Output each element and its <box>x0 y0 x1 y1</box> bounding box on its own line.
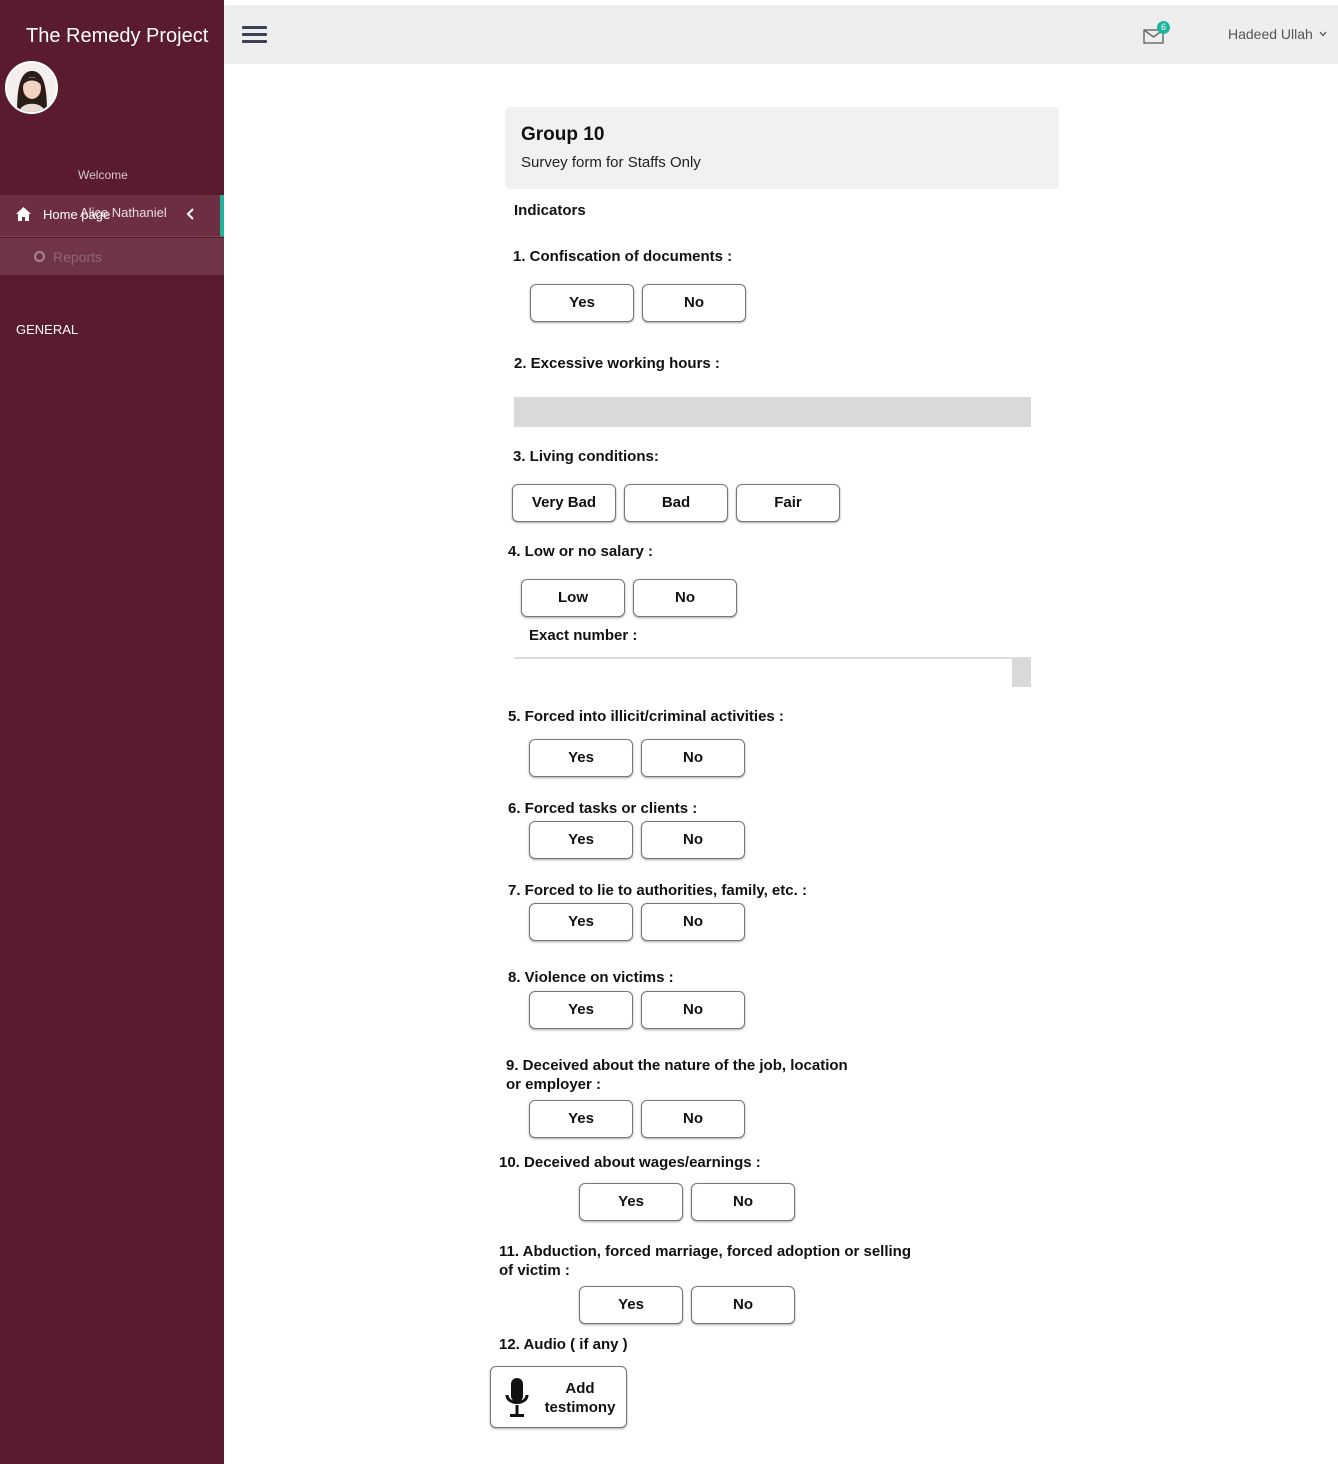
chevron-left-icon[interactable] <box>185 207 197 221</box>
brand-title[interactable]: The Remedy Project <box>26 25 208 48</box>
question-11-label-cont: of victim : <box>499 1262 570 1279</box>
question-3-label: 3. Living conditions: <box>513 448 659 465</box>
notification-badge: 6 <box>1157 21 1170 34</box>
user-name: Alice Nathaniel <box>80 205 167 220</box>
q4-no-button[interactable]: No <box>633 579 737 617</box>
avatar[interactable] <box>5 61 58 114</box>
q8-yes-button[interactable]: Yes <box>529 991 633 1029</box>
q6-no-button[interactable]: No <box>641 821 745 859</box>
microphone-icon <box>505 1378 529 1417</box>
number-stepper[interactable] <box>1012 659 1031 687</box>
home-icon <box>16 207 31 221</box>
add-testimony-line1: Add <box>565 1380 595 1397</box>
working-hours-input[interactable] <box>514 397 1031 427</box>
sidebar-section-general: GENERAL <box>16 322 79 337</box>
chevron-down-icon <box>1319 31 1327 37</box>
hamburger-icon[interactable] <box>242 26 267 44</box>
top-bar: 6 Hadeed Ullah <box>224 5 1338 64</box>
group-title: Group 10 <box>521 124 605 145</box>
q4-low-button[interactable]: Low <box>521 579 625 617</box>
q7-yes-button[interactable]: Yes <box>529 903 633 941</box>
add-testimony-button[interactable]: Add testimony <box>490 1366 627 1428</box>
q3-bad-button[interactable]: Bad <box>624 484 728 522</box>
q11-no-button[interactable]: No <box>691 1286 795 1324</box>
exact-number-label: Exact number : <box>529 627 638 644</box>
question-6-label: 6. Forced tasks or clients : <box>508 800 698 817</box>
q7-no-button[interactable]: No <box>641 903 745 941</box>
question-12-label: 12. Audio ( if any ) <box>499 1336 628 1353</box>
q3-very-bad-button[interactable]: Very Bad <box>512 484 616 522</box>
sidebar: The Remedy Project Welcome Home page Ali… <box>0 0 224 1464</box>
question-9-label-cont: or employer : <box>506 1076 602 1093</box>
q3-fair-button[interactable]: Fair <box>736 484 840 522</box>
question-10-label: 10. Deceived about wages/earnings : <box>499 1154 761 1171</box>
question-1-label: 1. Confiscation of documents : <box>513 248 733 265</box>
exact-number-input[interactable] <box>514 657 1031 687</box>
question-8-label: 8. Violence on victims : <box>508 969 674 986</box>
q11-yes-button[interactable]: Yes <box>579 1286 683 1324</box>
user-menu-label: Hadeed Ullah <box>1228 26 1313 42</box>
circle-icon <box>34 251 45 262</box>
q5-no-button[interactable]: No <box>641 739 745 777</box>
q1-no-button[interactable]: No <box>642 284 746 322</box>
question-9-label: 9. Deceived about the nature of the job,… <box>506 1057 848 1074</box>
q9-no-button[interactable]: No <box>641 1100 745 1138</box>
sidebar-item-reports[interactable]: Reports <box>0 238 224 275</box>
indicators-heading: Indicators <box>514 202 586 219</box>
q1-yes-button[interactable]: Yes <box>530 284 634 322</box>
sidebar-item-label: Reports <box>53 249 103 265</box>
user-menu[interactable]: Hadeed Ullah <box>1228 26 1327 42</box>
question-5-label: 5. Forced into illicit/criminal activiti… <box>508 708 784 725</box>
question-11-label: 11. Abduction, forced marriage, forced a… <box>499 1243 912 1260</box>
welcome-text: Welcome <box>78 168 128 182</box>
q10-no-button[interactable]: No <box>691 1183 795 1221</box>
q5-yes-button[interactable]: Yes <box>529 739 633 777</box>
q8-no-button[interactable]: No <box>641 991 745 1029</box>
question-2-label: 2. Excessive working hours : <box>514 355 720 372</box>
question-4-label: 4. Low or no salary : <box>508 543 654 560</box>
q9-yes-button[interactable]: Yes <box>529 1100 633 1138</box>
form-header-card: Group 10 Survey form for Staffs Only <box>505 107 1059 189</box>
q6-yes-button[interactable]: Yes <box>529 821 633 859</box>
form-subtitle: Survey form for Staffs Only <box>521 154 701 171</box>
question-7-label: 7. Forced to lie to authorities, family,… <box>508 882 807 899</box>
q10-yes-button[interactable]: Yes <box>579 1183 683 1221</box>
add-testimony-label: Add testimony <box>541 1379 619 1417</box>
add-testimony-line2: testimony <box>544 1399 616 1416</box>
